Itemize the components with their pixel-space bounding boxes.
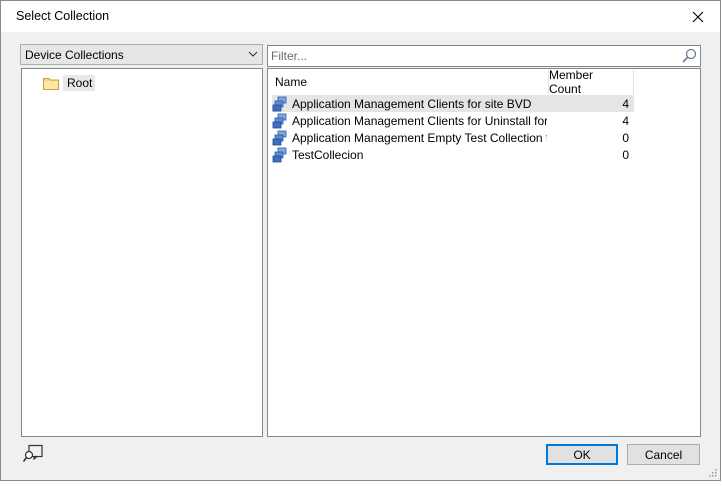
close-button[interactable] bbox=[676, 1, 720, 32]
row-name: Application Management Empty Test Collec… bbox=[292, 130, 547, 145]
resize-grip-icon[interactable] bbox=[707, 467, 717, 477]
row-member-count: 4 bbox=[622, 96, 629, 111]
dialog-title: Select Collection bbox=[16, 9, 110, 23]
collection-list[interactable]: Name Member Count Application Management… bbox=[267, 68, 701, 437]
table-row[interactable]: TestCollecion 0 bbox=[272, 146, 634, 163]
chevron-down-icon bbox=[248, 51, 258, 57]
folder-icon bbox=[43, 78, 59, 90]
filter-input[interactable] bbox=[271, 48, 671, 64]
search-icon[interactable] bbox=[681, 48, 697, 64]
column-header-member-count[interactable]: Member Count bbox=[549, 68, 634, 96]
title-bar: Select Collection bbox=[1, 1, 720, 32]
device-collection-icon bbox=[272, 113, 287, 128]
row-name: TestCollecion bbox=[292, 147, 364, 162]
filter-box bbox=[267, 45, 701, 67]
ok-button[interactable]: OK bbox=[546, 444, 618, 465]
column-header-name[interactable]: Name bbox=[269, 70, 549, 94]
row-member-count: 0 bbox=[622, 130, 629, 145]
cancel-button[interactable]: Cancel bbox=[627, 444, 700, 465]
table-row[interactable]: Application Management Empty Test Collec… bbox=[272, 129, 634, 146]
table-row[interactable]: Application Management Clients for site … bbox=[272, 95, 634, 112]
collection-tree[interactable]: Root bbox=[21, 68, 263, 437]
row-member-count: 0 bbox=[622, 147, 629, 162]
collection-type-dropdown[interactable]: Device Collections bbox=[20, 44, 263, 65]
device-collection-icon bbox=[272, 147, 287, 162]
row-member-count: 4 bbox=[622, 113, 629, 128]
device-collection-icon bbox=[272, 96, 287, 111]
close-icon bbox=[692, 11, 704, 22]
tree-item-label: Root bbox=[63, 75, 96, 91]
device-collection-icon bbox=[272, 130, 287, 145]
row-name: Application Management Clients for Unins… bbox=[292, 113, 548, 128]
help-search-icon[interactable] bbox=[22, 444, 44, 466]
select-collection-dialog: Select Collection Device Collections Roo… bbox=[0, 0, 721, 481]
tree-item-root[interactable]: Root bbox=[43, 74, 96, 92]
table-row[interactable]: Application Management Clients for Unins… bbox=[272, 112, 634, 129]
row-name: Application Management Clients for site … bbox=[292, 96, 532, 111]
collection-type-value: Device Collections bbox=[25, 48, 124, 62]
